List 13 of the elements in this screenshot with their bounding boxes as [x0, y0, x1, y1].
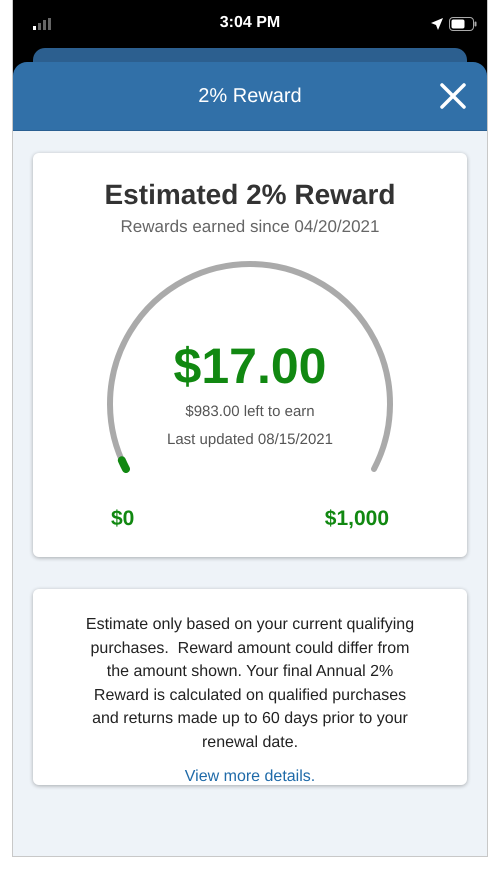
close-icon — [439, 82, 467, 110]
status-time: 3:04 PM — [220, 14, 280, 32]
details-link[interactable]: View more details. — [184, 768, 316, 786]
close-button[interactable] — [439, 82, 467, 110]
card-subtitle: Rewards earned since 04/20/2021 — [120, 217, 380, 237]
battery-icon — [449, 17, 477, 31]
signal-icon — [33, 18, 53, 30]
gauge-min-label: $0 — [111, 507, 134, 531]
header-title: 2% Reward — [198, 84, 302, 108]
location-arrow-icon — [431, 18, 443, 30]
card-title: Estimated 2% Reward — [104, 179, 396, 211]
gauge-max-label: $1,000 — [324, 507, 389, 531]
disclaimer-text: Estimate only based on your current qualifying purchases. Reward amount could differ from the amount shown. Your final Annual 2% Reward is calculated on qualified purchases and returns made up to 60 days prior to your renewal date. — [84, 615, 416, 752]
